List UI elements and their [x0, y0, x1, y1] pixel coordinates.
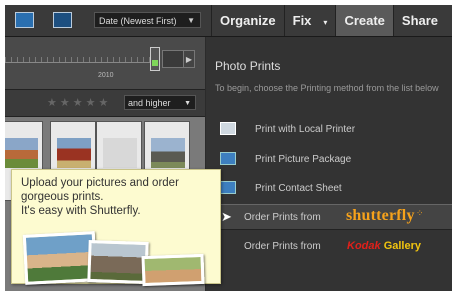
promo-line: Upload your pictures and order	[21, 177, 179, 189]
tab-share[interactable]: Share	[392, 5, 446, 36]
fullscreen-view-icon[interactable]	[53, 12, 72, 28]
picture-package-icon	[220, 152, 236, 165]
tab-fix[interactable]: Fix ▾	[283, 5, 336, 36]
contact-sheet-icon	[220, 181, 236, 194]
sort-order-value: Date (Newest First)	[99, 16, 177, 26]
promo-photo	[141, 253, 205, 287]
tab-organize-label: Organize	[220, 13, 276, 28]
rating-filter-bar: ★★★★★ and higher ▼	[5, 90, 205, 117]
tab-fix-label: Fix	[292, 13, 312, 28]
top-toolbar: Date (Newest First) ▼ Organize Fix ▾ Crea…	[5, 5, 452, 37]
sort-order-select[interactable]: Date (Newest First) ▼	[94, 12, 201, 28]
kodak-wordmark: Kodak	[347, 240, 381, 252]
chevron-down-icon: ▼	[184, 100, 191, 107]
timeline-next-icon[interactable]: ▶	[183, 50, 195, 68]
tab-create[interactable]: Create	[335, 5, 393, 36]
elements-organizer-window: Date (Newest First) ▼ Organize Fix ▾ Crea…	[5, 5, 452, 291]
chevron-down-icon: ▾	[323, 18, 328, 27]
shutterfly-logo: shutterfly	[346, 207, 415, 224]
kodak-gallery-logo: Kodak Gallery	[347, 240, 421, 252]
gallery-wordmark: Gallery	[383, 240, 421, 252]
star-rating-filter[interactable]: ★★★★★	[47, 96, 111, 109]
option-local-printer[interactable]: Print with Local Printer	[206, 117, 452, 143]
timeline-range-end[interactable]	[162, 50, 184, 68]
photo-image	[5, 138, 38, 168]
option-order-kodak[interactable]: Order Prints from Kodak Gallery	[206, 234, 452, 260]
option-label: Order Prints from	[244, 212, 321, 223]
mode-tabs: Organize Fix ▾ Create Share	[211, 5, 446, 36]
printer-icon	[220, 122, 236, 135]
timeline-year-label: 2010	[98, 72, 114, 79]
panel-title: Photo Prints	[215, 59, 281, 73]
promo-photo	[22, 231, 98, 285]
tab-organize[interactable]: Organize	[211, 5, 284, 36]
promo-text: Upload your pictures and order gorgeous …	[21, 176, 211, 218]
promo-line: gorgeous prints.	[21, 191, 104, 203]
photo-image	[103, 138, 137, 168]
create-panel: Photo Prints To begin, choose the Printi…	[206, 37, 452, 291]
timeline-track	[5, 62, 155, 63]
chevron-down-icon: ▼	[187, 16, 195, 25]
option-order-shutterfly[interactable]: ➤ Order Prints from shutterfly ⁘	[206, 204, 452, 230]
photo-image	[151, 138, 185, 168]
option-label: Order Prints from	[244, 241, 321, 252]
promo-photo	[87, 239, 149, 285]
tab-share-label: Share	[401, 13, 439, 28]
photo-image	[57, 138, 91, 168]
rating-comparison-value: and higher	[128, 98, 171, 108]
option-label: Print Picture Package	[255, 154, 352, 165]
thumbnail-view-icon[interactable]	[15, 12, 34, 28]
timeline[interactable]: 2010 ▶	[5, 37, 205, 90]
promo-line: It's easy with Shutterfly.	[21, 205, 141, 217]
shutterfly-logo-dots: ⁘	[416, 208, 424, 218]
shutterfly-promo-tooltip: Upload your pictures and order gorgeous …	[11, 169, 221, 287]
panel-description: To begin, choose the Printing method fro…	[215, 83, 439, 93]
rating-comparison-select[interactable]: and higher ▼	[124, 95, 196, 110]
mouse-pointer-icon: ➤	[221, 209, 232, 224]
option-contact-sheet[interactable]: Print Contact Sheet	[206, 176, 452, 202]
option-label: Print with Local Printer	[255, 124, 356, 135]
option-label: Print Contact Sheet	[255, 183, 342, 194]
timeline-slider-handle[interactable]	[150, 47, 160, 71]
promo-photo-collage	[22, 227, 212, 287]
option-picture-package[interactable]: Print Picture Package	[206, 147, 452, 173]
tab-create-label: Create	[344, 13, 385, 28]
